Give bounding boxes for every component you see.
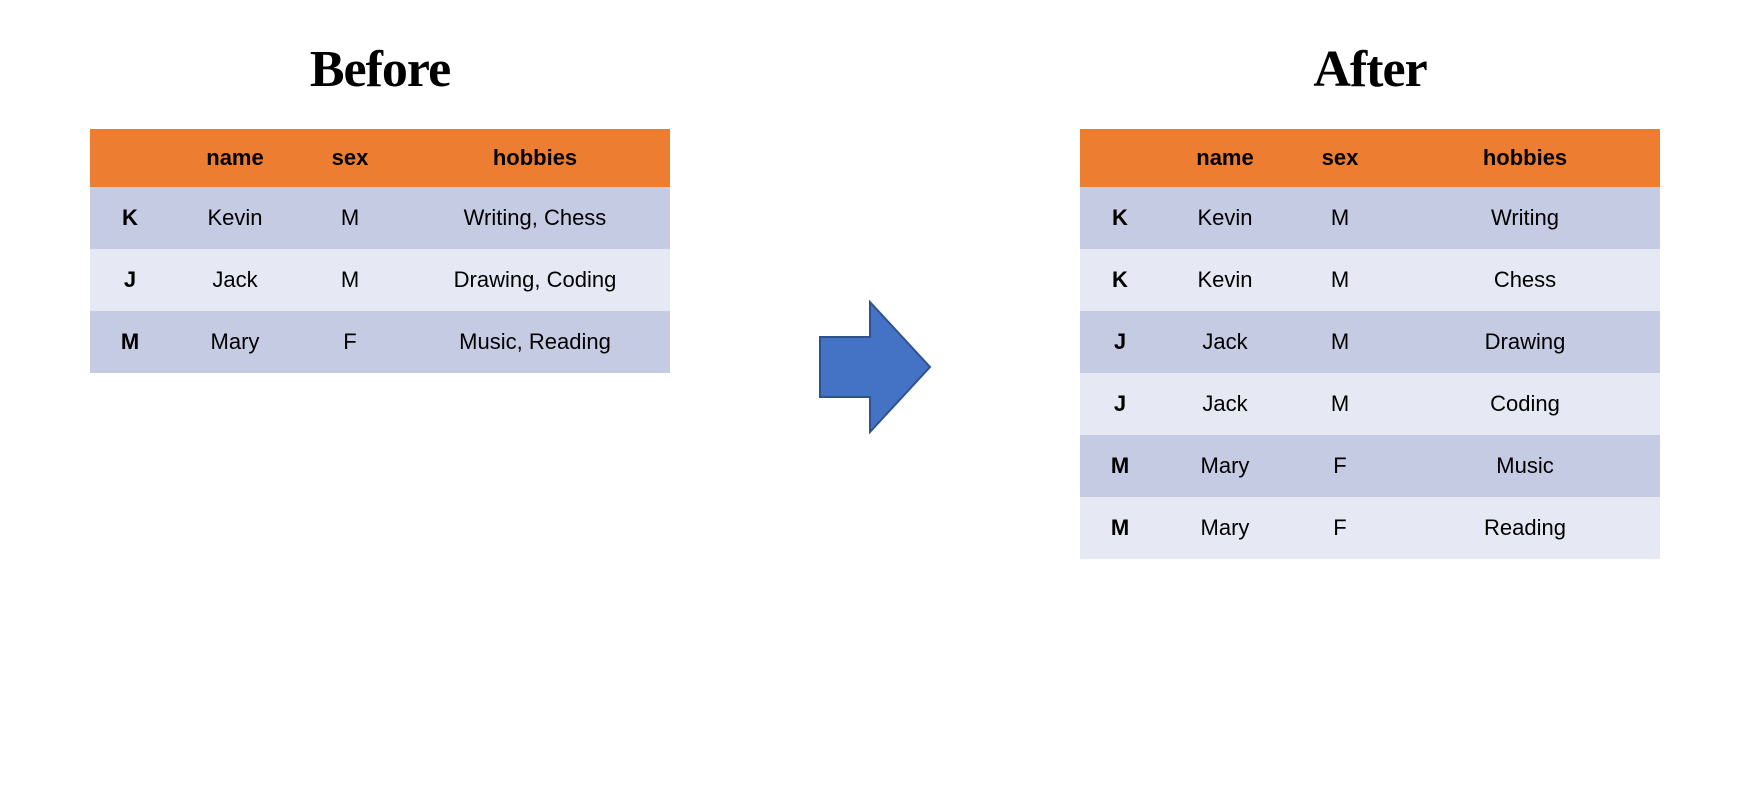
col-header-name: name (1160, 129, 1290, 187)
col-header-index (1080, 129, 1160, 187)
cell-hobbies: Drawing (1390, 311, 1660, 373)
cell-sex: M (1290, 187, 1390, 249)
cell-sex: M (1290, 311, 1390, 373)
before-header-row: name sex hobbies (90, 129, 670, 187)
col-header-hobbies: hobbies (400, 129, 670, 187)
cell-hobbies: Coding (1390, 373, 1660, 435)
cell-name: Jack (170, 249, 300, 311)
table-row: K Kevin M Writing, Chess (90, 187, 670, 249)
row-index: J (90, 249, 170, 311)
table-row: K Kevin M Chess (1080, 249, 1660, 311)
row-index: K (1080, 249, 1160, 311)
table-row: M Mary F Reading (1080, 497, 1660, 559)
after-title: After (1313, 40, 1426, 99)
cell-sex: M (1290, 373, 1390, 435)
cell-sex: M (1290, 249, 1390, 311)
table-row: M Mary F Music (1080, 435, 1660, 497)
cell-hobbies: Drawing, Coding (400, 249, 670, 311)
cell-name: Mary (1160, 435, 1290, 497)
row-index: M (90, 311, 170, 373)
row-index: J (1080, 311, 1160, 373)
cell-sex: M (300, 249, 400, 311)
diagram-container: Before name sex hobbies K Kevin M Writin… (0, 0, 1750, 559)
cell-hobbies: Reading (1390, 497, 1660, 559)
col-header-index (90, 129, 170, 187)
cell-name: Kevin (170, 187, 300, 249)
cell-hobbies: Music, Reading (400, 311, 670, 373)
cell-name: Mary (170, 311, 300, 373)
before-table-body: K Kevin M Writing, Chess J Jack M Drawin… (90, 187, 670, 373)
col-header-sex: sex (300, 129, 400, 187)
cell-name: Jack (1160, 311, 1290, 373)
cell-hobbies: Chess (1390, 249, 1660, 311)
row-index: J (1080, 373, 1160, 435)
before-panel: Before name sex hobbies K Kevin M Writin… (90, 40, 670, 373)
row-index: K (1080, 187, 1160, 249)
cell-hobbies: Music (1390, 435, 1660, 497)
cell-sex: F (1290, 497, 1390, 559)
arrow-right-icon (815, 287, 935, 447)
cell-sex: F (300, 311, 400, 373)
cell-name: Kevin (1160, 187, 1290, 249)
cell-name: Jack (1160, 373, 1290, 435)
row-index: M (1080, 435, 1160, 497)
table-row: K Kevin M Writing (1080, 187, 1660, 249)
after-table-body: K Kevin M Writing K Kevin M Chess J Jack… (1080, 187, 1660, 559)
col-header-name: name (170, 129, 300, 187)
table-row: J Jack M Coding (1080, 373, 1660, 435)
after-header-row: name sex hobbies (1080, 129, 1660, 187)
cell-sex: M (300, 187, 400, 249)
after-panel: After name sex hobbies K Kevin M Writing (1080, 40, 1660, 559)
before-title: Before (310, 40, 450, 99)
row-index: K (90, 187, 170, 249)
after-table: name sex hobbies K Kevin M Writing K Kev… (1080, 129, 1660, 559)
arrow-container (815, 287, 935, 452)
cell-name: Kevin (1160, 249, 1290, 311)
col-header-hobbies: hobbies (1390, 129, 1660, 187)
table-row: M Mary F Music, Reading (90, 311, 670, 373)
before-table: name sex hobbies K Kevin M Writing, Ches… (90, 129, 670, 373)
table-row: J Jack M Drawing, Coding (90, 249, 670, 311)
cell-hobbies: Writing, Chess (400, 187, 670, 249)
table-row: J Jack M Drawing (1080, 311, 1660, 373)
cell-name: Mary (1160, 497, 1290, 559)
cell-sex: F (1290, 435, 1390, 497)
col-header-sex: sex (1290, 129, 1390, 187)
row-index: M (1080, 497, 1160, 559)
cell-hobbies: Writing (1390, 187, 1660, 249)
